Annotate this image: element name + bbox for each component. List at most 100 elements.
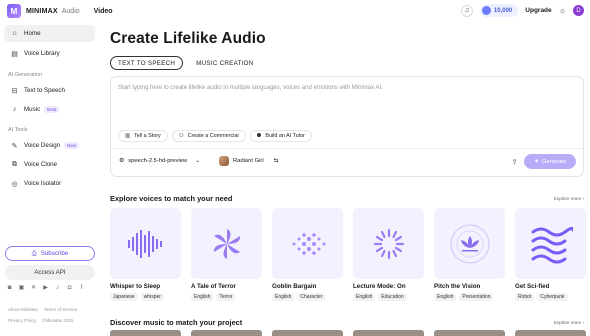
- tag: English: [353, 293, 376, 301]
- section-heading-generation: AI Generation: [8, 72, 42, 78]
- subscribe-button[interactable]: ⎙ Subscribe: [5, 246, 95, 261]
- tag: English: [272, 293, 295, 301]
- tag: English: [191, 293, 214, 301]
- dots-thumb: [272, 208, 343, 279]
- card-title: Whisper to Sleep: [110, 283, 161, 290]
- model-select[interactable]: ⚙ speech-2.5-hd-preview ⌄: [119, 154, 200, 168]
- music-header: Discover music to match your project Exp…: [110, 318, 584, 327]
- card-title: A Tale of Terror: [191, 283, 236, 290]
- instagram-icon[interactable]: ◘: [66, 284, 73, 291]
- about-link[interactable]: About MiniMax: [8, 307, 38, 312]
- voice-select[interactable]: Radiant Girl ⇆: [219, 154, 278, 168]
- sun-icon[interactable]: ☼: [559, 6, 566, 15]
- music-explore-more-link[interactable]: Explore more ›: [554, 320, 584, 325]
- privacy-link[interactable]: Privacy Policy: [8, 318, 36, 323]
- brand-sub: Audio: [61, 7, 80, 15]
- chip-label: Tell a Story: [134, 133, 161, 139]
- music-icon: ♪: [12, 106, 17, 113]
- chip-ai-tutor[interactable]: ⚉ Build an AI Tutor: [249, 130, 312, 142]
- book-icon: ▥: [125, 133, 131, 139]
- voice-card[interactable]: A Tale of Terror English Terror: [191, 208, 262, 301]
- music-card[interactable]: [191, 330, 262, 336]
- waveform-thumb: [110, 208, 181, 279]
- text-editor[interactable]: Start typing here to create lifelike aud…: [110, 76, 584, 177]
- music-card[interactable]: [434, 330, 505, 336]
- youtube-icon[interactable]: ▶: [42, 284, 49, 291]
- sidebar-item-home[interactable]: ⌂ Home: [4, 25, 95, 42]
- chip-tell-story[interactable]: ▥ Tell a Story: [118, 130, 168, 142]
- music-card[interactable]: [110, 330, 181, 336]
- voice-card[interactable]: Lecture Mode: On English Education: [353, 208, 424, 301]
- people-icon: ⚇: [178, 133, 184, 139]
- tab-music-creation[interactable]: MUSIC CREATION: [189, 56, 260, 70]
- voice-card[interactable]: Goblin Bargain English Character: [272, 208, 343, 301]
- linkedin-icon[interactable]: ▣: [18, 284, 25, 291]
- brand-name: MINIMAX: [26, 7, 58, 15]
- home-icon: ⌂: [12, 30, 17, 37]
- voice-card[interactable]: Get Sci-fied Robot Cyberpunk: [515, 208, 586, 301]
- access-api-button[interactable]: Access API: [5, 265, 95, 280]
- tag: Terror: [216, 293, 236, 301]
- voice-card[interactable]: Pitch the Vision English Presentation: [434, 208, 505, 301]
- copyright: ©MiniMax 2025: [42, 318, 74, 323]
- upgrade-button[interactable]: Upgrade: [525, 7, 551, 14]
- tab-text-to-speech[interactable]: TEXT TO SPEECH: [110, 56, 184, 70]
- sidebar-item-text-to-speech[interactable]: ⊟ Text to Speech: [4, 82, 95, 99]
- sidebar-item-music[interactable]: ♪ Music Beta: [4, 101, 95, 118]
- chip-commercial[interactable]: ⚇ Create a Commercial: [171, 130, 246, 142]
- tag: English: [434, 293, 457, 301]
- model-icon: ⚙: [119, 158, 125, 164]
- voice-clone-icon: ⧉: [12, 160, 17, 168]
- card-title: Lecture Mode: On: [353, 283, 406, 290]
- sidebar-item-voice-clone[interactable]: ⧉ Voice Clone: [4, 156, 95, 173]
- voice-label: Radiant Girl: [233, 158, 264, 164]
- bell-icon[interactable]: ♫: [460, 4, 473, 17]
- music-card[interactable]: [515, 330, 586, 336]
- minimax-logo[interactable]: M: [7, 4, 21, 18]
- footer-links: About MiniMax Terms of Service: [8, 307, 77, 312]
- new-badge: New: [64, 142, 80, 149]
- discord-icon[interactable]: ◙: [6, 284, 13, 291]
- tag: Presentation: [459, 293, 494, 301]
- social-links: ◙ ▣ ✕ ▶ ♪ ◘ f: [6, 284, 85, 292]
- music-title: Discover music to match your project: [110, 318, 243, 327]
- card-title: Get Sci-fied: [515, 283, 550, 290]
- nav-video-link[interactable]: Video: [94, 8, 113, 15]
- isolator-icon: ◎: [11, 180, 18, 188]
- section-heading-tools: AI Tools: [8, 127, 28, 133]
- x-icon[interactable]: ✕: [30, 284, 37, 291]
- explore-more-link[interactable]: Explore more ›: [554, 196, 584, 201]
- tiktok-icon[interactable]: ♪: [54, 284, 61, 291]
- voice-card[interactable]: Whisper to Sleep Japanese whisper: [110, 208, 181, 301]
- upload-icon[interactable]: ⇪: [508, 155, 521, 168]
- sparkle-icon: ✦: [533, 158, 539, 165]
- music-card[interactable]: [272, 330, 343, 336]
- explore-more-label: Explore more: [553, 196, 582, 201]
- logo-glyph: M: [10, 6, 18, 16]
- sidebar: ⌂ Home ▤ Voice Library AI Generation ⊟ Text…: [0, 22, 100, 334]
- voice-avatar: [219, 156, 229, 166]
- mode-tabs: TEXT TO SPEECH MUSIC CREATION: [110, 56, 584, 70]
- facebook-icon[interactable]: f: [78, 284, 85, 291]
- sidebar-item-voice-isolator[interactable]: ◎ Voice Isolator: [4, 175, 95, 192]
- sidebar-item-voice-library[interactable]: ▤ Voice Library: [4, 45, 95, 62]
- top-bar: M MINIMAX Audio Video ♫ 10,000 Upgrade ☼…: [0, 0, 590, 22]
- sidebar-item-label: Voice Isolator: [24, 180, 62, 187]
- swap-icon: ⇆: [273, 158, 279, 164]
- main-content: Create Lifelike Audio TEXT TO SPEECH MUS…: [110, 22, 584, 177]
- explore-title: Explore voices to match your need: [110, 194, 233, 203]
- tag: Education: [378, 293, 407, 301]
- prompt-chips: ▥ Tell a Story ⚇ Create a Commercial ⚉ Buil…: [118, 130, 312, 142]
- sidebar-item-voice-design[interactable]: ✎ Voice Design New: [4, 137, 95, 154]
- tag: Cyberpunk: [537, 293, 568, 301]
- music-explore-more-label: Explore more: [553, 320, 582, 325]
- music-card[interactable]: [353, 330, 424, 336]
- credits-badge[interactable]: 10,000: [479, 4, 519, 17]
- tag: Character: [297, 293, 326, 301]
- avatar[interactable]: D: [573, 5, 584, 16]
- generate-button[interactable]: ✦ Generate: [524, 154, 576, 169]
- footer-links-2: Privacy Policy ©MiniMax 2025: [8, 318, 73, 323]
- sidebar-item-label: Text to Speech: [24, 87, 65, 94]
- terms-link[interactable]: Terms of Service: [44, 307, 78, 312]
- tag: Robot: [515, 293, 535, 301]
